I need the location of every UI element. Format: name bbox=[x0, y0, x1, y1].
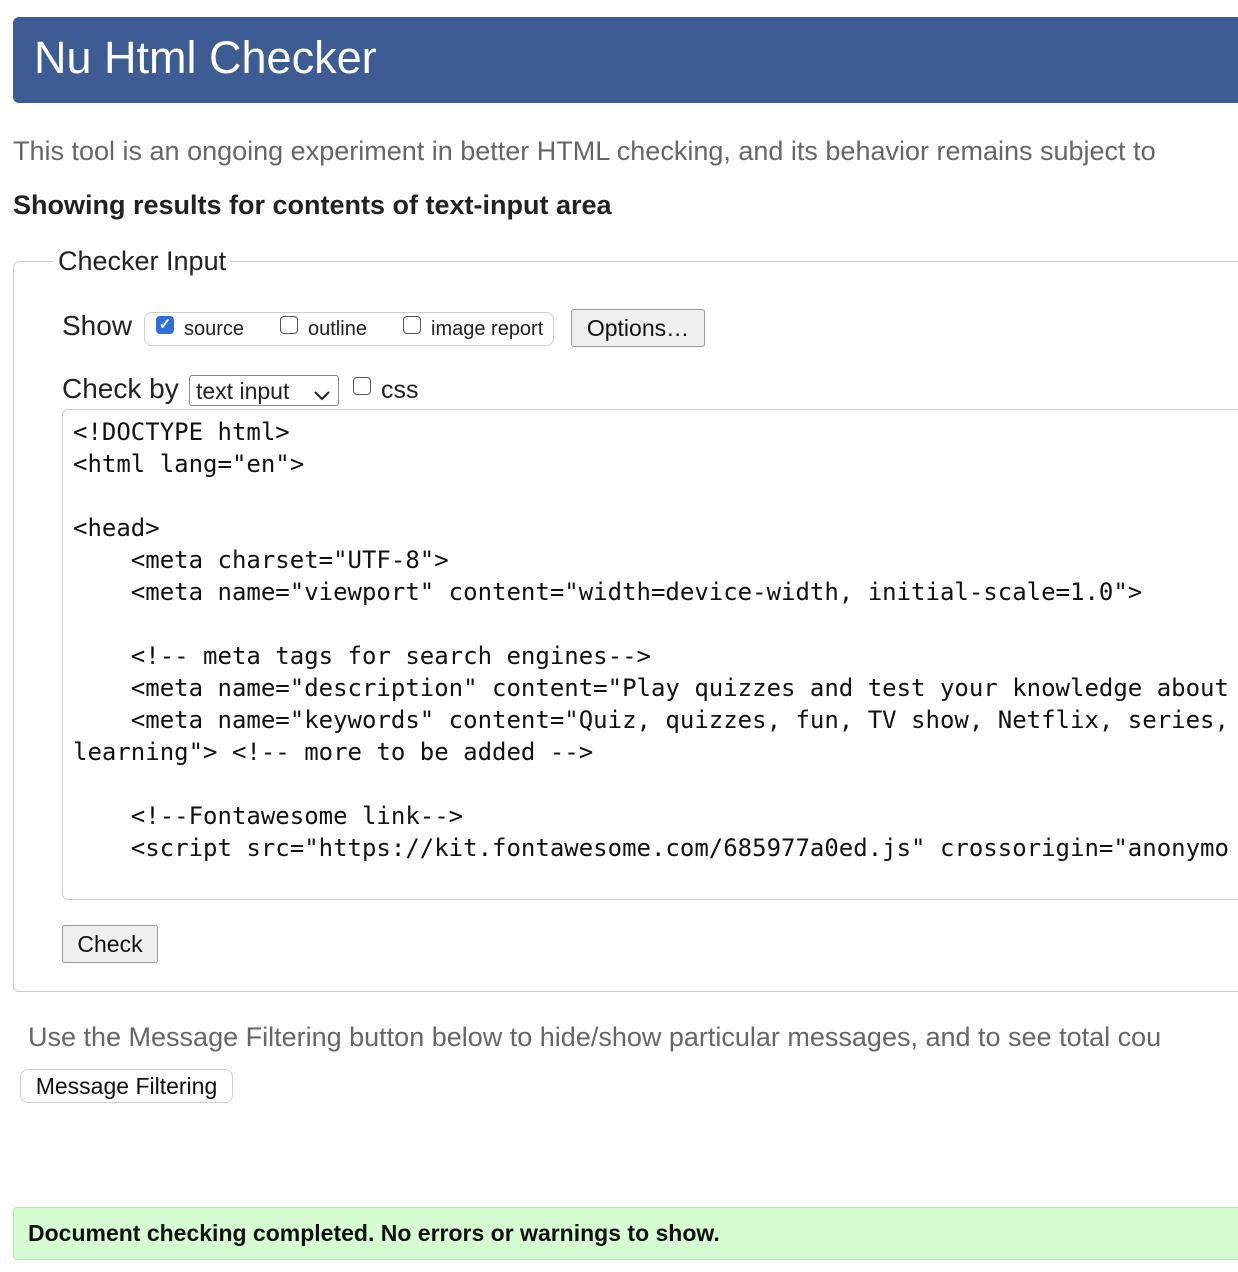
source-code-text: <!DOCTYPE html> <html lang="en"> <head> … bbox=[73, 418, 1229, 862]
check-by-selected-value: text input bbox=[196, 378, 290, 404]
check-by-select[interactable]: text input bbox=[189, 375, 339, 406]
check-by-label: Check by bbox=[62, 373, 179, 404]
message-filtering-button[interactable]: Message Filtering bbox=[20, 1069, 233, 1103]
options-button[interactable]: Options… bbox=[571, 309, 705, 347]
outline-option-label[interactable]: outline bbox=[308, 318, 367, 341]
source-checkbox[interactable]: ✓ bbox=[156, 316, 174, 334]
image-report-option-label[interactable]: image report bbox=[431, 318, 543, 341]
message-filter-note: Use the Message Filtering button below t… bbox=[28, 1022, 1162, 1052]
outline-checkbox[interactable] bbox=[280, 316, 298, 334]
check-button[interactable]: Check bbox=[62, 925, 158, 963]
results-heading: Showing results for contents of text-inp… bbox=[13, 190, 612, 220]
app-header: Nu Html Checker bbox=[13, 17, 1238, 103]
show-label: Show bbox=[62, 310, 133, 341]
success-message: Document checking completed. No errors o… bbox=[28, 1220, 720, 1246]
source-option-label[interactable]: source bbox=[184, 318, 244, 341]
image-report-checkbox[interactable] bbox=[403, 316, 421, 334]
page-title: Nu Html Checker bbox=[34, 32, 377, 83]
checkmark-icon: ✓ bbox=[158, 316, 172, 333]
success-banner: Document checking completed. No errors o… bbox=[13, 1207, 1238, 1260]
chevron-down-icon bbox=[312, 382, 332, 409]
checker-input-fieldset: Checker Input Show ✓ source outline imag… bbox=[13, 246, 1238, 992]
css-option-label[interactable]: css bbox=[381, 376, 419, 405]
show-options-group: ✓ source outline image report bbox=[144, 312, 554, 346]
intro-text: This tool is an ongoing experiment in be… bbox=[13, 136, 1156, 166]
checker-input-legend: Checker Input bbox=[54, 246, 231, 277]
css-checkbox[interactable] bbox=[353, 377, 371, 395]
source-textarea[interactable]: <!DOCTYPE html> <html lang="en"> <head> … bbox=[62, 409, 1238, 900]
